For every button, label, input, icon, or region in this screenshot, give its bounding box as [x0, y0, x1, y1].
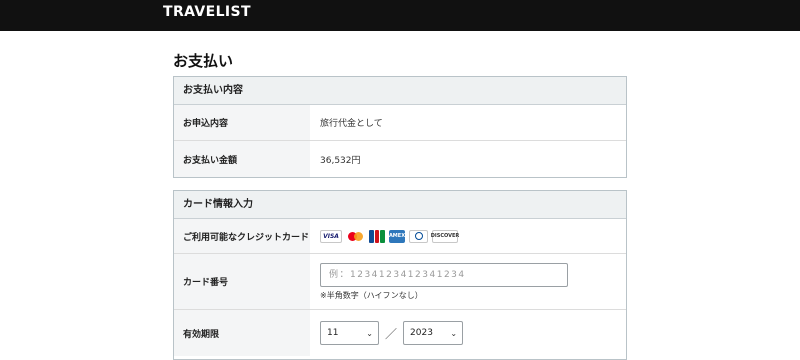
payment-summary-panel: お支払い内容 お申込内容 旅行代金として お支払い金額 36,532円 [173, 76, 627, 178]
expiry-separator: ／ [385, 326, 398, 341]
site-header: TRAVELIST [0, 0, 800, 31]
summary-value-amount: 36,532円 [320, 155, 361, 166]
summary-row-content: お申込内容 旅行代金として [174, 105, 626, 141]
mastercard-icon [346, 230, 365, 243]
card-expiry-row: 有効期限 11 ⌄ ／ 2023 ⌄ [174, 310, 626, 356]
summary-label-amount: お支払い金額 [174, 141, 310, 177]
card-brands-row: ご利用可能なクレジットカード VISA AMEX DISCOVER [174, 219, 626, 254]
expiry-month-value: 11 [327, 328, 339, 338]
diners-icon [409, 229, 428, 243]
jcb-icon [369, 229, 386, 243]
expiry-month-select[interactable]: 11 ⌄ [320, 321, 379, 345]
payment-summary-heading: お支払い内容 [174, 77, 626, 105]
chevron-down-icon: ⌄ [366, 328, 373, 338]
card-info-panel: カード情報入力 ご利用可能なクレジットカード VISA AMEX DISCOVE… [173, 190, 627, 360]
summary-row-amount: お支払い金額 36,532円 [174, 141, 626, 177]
summary-value-content: 旅行代金として [320, 119, 383, 129]
page-title: お支払い [173, 52, 234, 70]
expiry-year-value: 2023 [410, 328, 433, 338]
discover-icon: DISCOVER [431, 229, 459, 243]
chevron-down-icon: ⌄ [450, 328, 458, 338]
expiry-year-select[interactable]: 2023 ⌄ [403, 321, 464, 345]
site-logo[interactable]: TRAVELIST [163, 4, 251, 20]
card-info-heading: カード情報入力 [174, 191, 626, 219]
card-brands-list: VISA AMEX DISCOVER [320, 229, 459, 243]
amex-icon: AMEX [389, 229, 405, 243]
card-expiry-label: 有効期限 [174, 310, 310, 356]
card-number-hint: ※半角数字（ハイフンなし） [320, 290, 423, 300]
summary-label-content: お申込内容 [174, 105, 310, 140]
card-number-row: カード番号 ※半角数字（ハイフンなし） [174, 254, 626, 310]
card-number-input[interactable] [320, 262, 568, 287]
card-number-label: カード番号 [174, 254, 310, 309]
visa-icon: VISA [320, 229, 342, 243]
card-brands-label: ご利用可能なクレジットカード [174, 219, 310, 253]
